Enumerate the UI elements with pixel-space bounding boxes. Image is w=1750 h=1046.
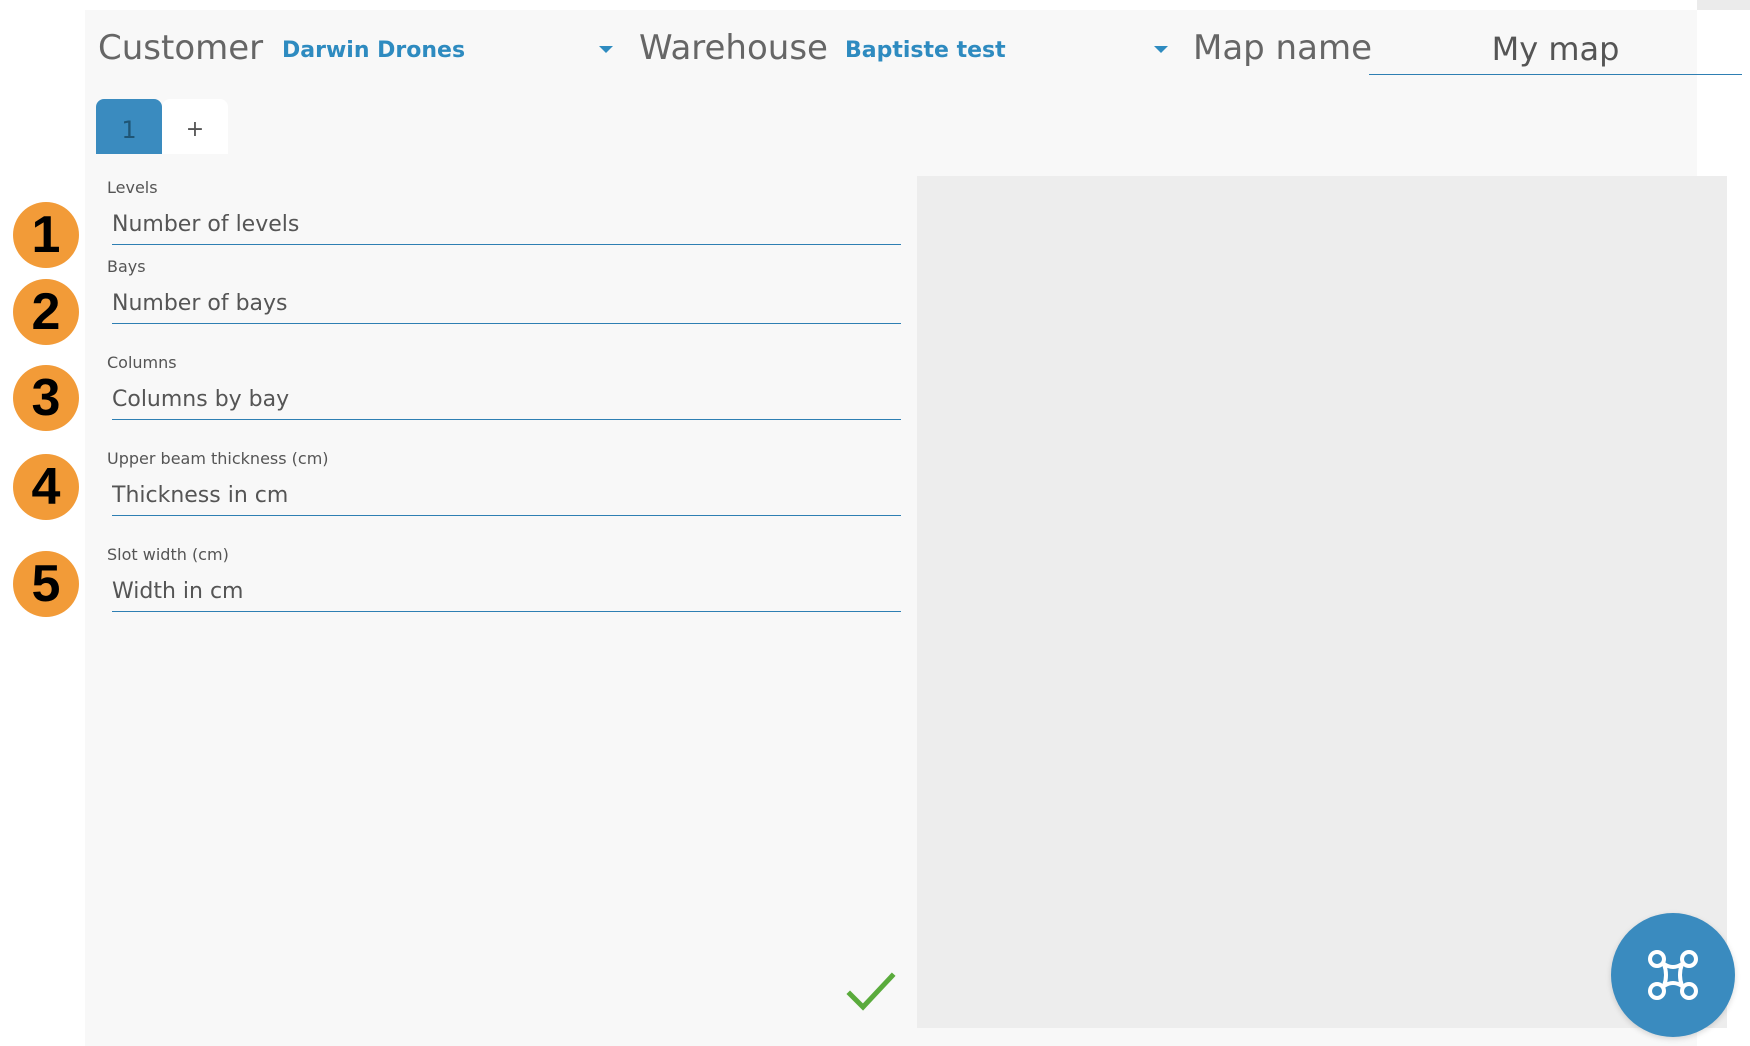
step-marker-3: 3: [13, 365, 79, 431]
levels-input[interactable]: [112, 204, 901, 244]
drone-action-button[interactable]: [1611, 913, 1735, 1037]
customer-select[interactable]: Darwin Drones: [282, 38, 465, 63]
warehouse-label: Warehouse: [639, 28, 828, 68]
tab-1[interactable]: 1: [96, 99, 162, 154]
upper-beam-thickness-label: Upper beam thickness (cm): [107, 449, 329, 468]
levels-label: Levels: [107, 178, 158, 197]
confirm-button[interactable]: [846, 972, 896, 1014]
map-name-input[interactable]: [1369, 24, 1742, 74]
bays-label: Bays: [107, 257, 146, 276]
map-name-label: Map name: [1193, 28, 1372, 68]
check-icon: [846, 972, 896, 1011]
step-marker-2: 2: [13, 279, 79, 345]
upper-beam-thickness-field: [112, 475, 901, 516]
map-preview-area: [917, 176, 1727, 1028]
warehouse-dropdown-icon[interactable]: [1154, 46, 1168, 53]
columns-field: [112, 379, 901, 420]
slot-width-input[interactable]: [112, 571, 901, 611]
warehouse-select[interactable]: Baptiste test: [845, 38, 1006, 63]
map-name-field: [1369, 24, 1742, 75]
bays-input[interactable]: [112, 283, 901, 323]
columns-input[interactable]: [112, 379, 901, 419]
step-marker-1: 1: [13, 202, 79, 268]
customer-dropdown-icon[interactable]: [599, 46, 613, 53]
slot-width-field: [112, 571, 901, 612]
bays-field: [112, 283, 901, 324]
step-marker-5: 5: [13, 551, 79, 617]
slot-width-label: Slot width (cm): [107, 545, 229, 564]
add-tab-button[interactable]: +: [162, 99, 228, 154]
upper-beam-thickness-input[interactable]: [112, 475, 901, 515]
customer-label: Customer: [98, 28, 264, 68]
step-marker-4: 4: [13, 454, 79, 520]
levels-field: [112, 204, 901, 245]
top-edge-strip: [1697, 0, 1750, 10]
drone-icon: [1648, 950, 1698, 1000]
columns-label: Columns: [107, 353, 177, 372]
